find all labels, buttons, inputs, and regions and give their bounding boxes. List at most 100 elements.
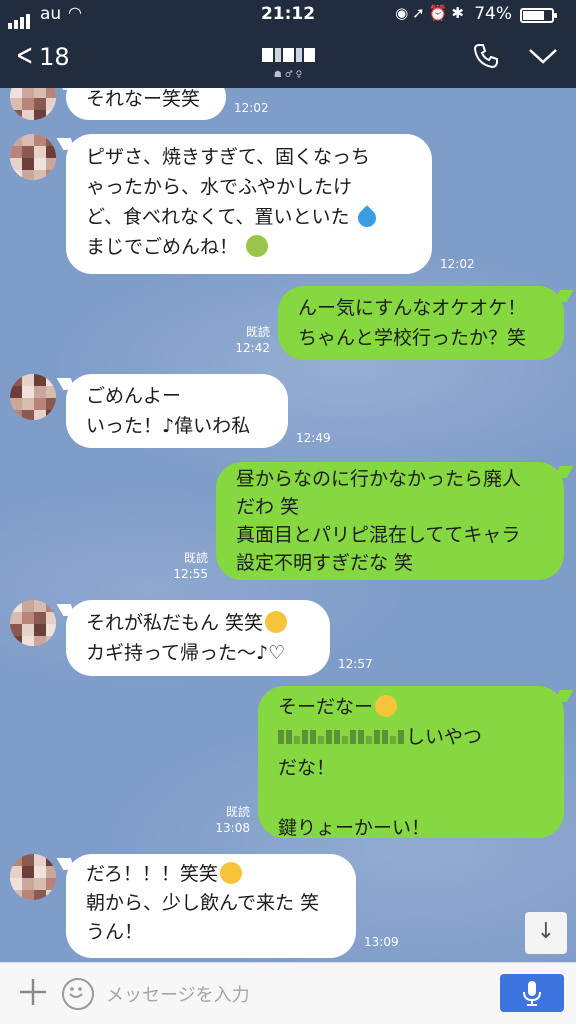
read-receipt: 既読 12:55 [173, 551, 208, 581]
avatar[interactable] [10, 134, 56, 180]
avatar-pixel [34, 170, 46, 180]
avatar-pixel [46, 890, 56, 900]
avatar-pixel [22, 98, 34, 110]
arrow-down-icon: ↓ [536, 919, 556, 944]
message-bubble-incoming[interactable]: だろ！！！笑笑 朝から、少し飲んで来た 笑 うん！ [66, 854, 356, 958]
avatar-pixel [34, 398, 46, 410]
avatar-pixel [46, 624, 56, 636]
emoji-icon[interactable] [62, 978, 94, 1010]
message-text: だな！ [278, 756, 336, 779]
avatar-pixel [10, 600, 22, 612]
message-time: 12:02 [234, 101, 269, 115]
avatar-pixel [10, 158, 22, 170]
avatar-pixel [46, 88, 56, 98]
battery-percent: 74% [474, 4, 512, 24]
avatar[interactable] [10, 854, 56, 900]
read-receipt: 既読 13:08 [215, 805, 250, 835]
rolling-laughing-emoji-icon [219, 862, 242, 884]
avatar-pixel [10, 866, 22, 878]
avatar-pixel [46, 410, 56, 420]
read-receipt: 既読 12:42 [235, 325, 270, 355]
avatar-pixel [34, 636, 46, 646]
chat-header: <18 ☗ ♂ ♀ [0, 30, 576, 88]
avatar-pixel [34, 110, 46, 120]
avatar-pixel [46, 386, 56, 398]
rolling-laughing-emoji-icon [265, 611, 288, 633]
message-text: 真面目とパリピ混在しててキャラ [236, 524, 521, 546]
chat-subtitle-icons: ☗ ♂ ♀ [273, 70, 303, 80]
avatar-pixel [34, 386, 46, 398]
avatar-pixel [10, 374, 22, 386]
avatar[interactable] [10, 600, 56, 646]
avatar-pixel [10, 410, 22, 420]
message-text: 朝から、少し飲んで来た 笑 [86, 892, 320, 914]
message-bubble-incoming[interactable]: それなー笑笑 [66, 88, 226, 120]
avatar-pixel [46, 854, 56, 866]
avatar-pixel [22, 624, 34, 636]
avatar-pixel [22, 374, 34, 386]
message-bubble-incoming[interactable]: ごめんよー いった！♪偉いわ私 [66, 374, 288, 448]
avatar-pixel [46, 398, 56, 410]
blurred-text [278, 723, 406, 753]
avatar-pixel [10, 170, 22, 180]
avatar-pixel [46, 866, 56, 878]
plus-icon[interactable] [18, 977, 48, 1007]
message-text: しいやつ [406, 726, 483, 748]
message-bubble-outgoing[interactable]: んー気にすんなオケオケ！ ちゃんと学校行ったか？笑 [278, 286, 564, 360]
status-icons: ◉➚⏰✱ [395, 4, 468, 22]
relieved-face-emoji-icon [375, 695, 398, 717]
avatar-pixel [22, 110, 34, 120]
message-input[interactable] [104, 977, 488, 1013]
avatar-pixel [22, 636, 34, 646]
sick-face-emoji-icon [246, 235, 269, 257]
message-text: それが私だもん 笑笑 [86, 612, 264, 634]
message-bubble-outgoing[interactable]: 昼からなのに行かなかったら廃人 だわ 笑 真面目とパリピ混在しててキャラ 設定不… [216, 462, 564, 580]
avatar-pixel [22, 890, 34, 900]
avatar-pixel [10, 88, 22, 98]
message-time: 12:49 [296, 431, 331, 445]
avatar[interactable] [10, 88, 56, 120]
chat-area[interactable]: それなー笑笑 12:02 ピザさ、焼きすぎて、固くなっち ゃったから、水でふやか… [0, 88, 576, 962]
avatar-pixel [34, 146, 46, 158]
avatar-pixel [22, 612, 34, 624]
avatar[interactable] [10, 374, 56, 420]
avatar-pixel [22, 146, 34, 158]
message-bubble-outgoing[interactable]: そーだなー しいやつ だな！ 鍵りょーかーい！ [258, 686, 564, 839]
phone-icon[interactable] [472, 42, 500, 70]
message-time: 13:09 [364, 935, 399, 949]
avatar-pixel [22, 386, 34, 398]
avatar-pixel [34, 134, 46, 146]
message-time: 12:57 [338, 657, 373, 671]
avatar-pixel [34, 854, 46, 866]
message-bubble-incoming[interactable]: それが私だもん 笑笑 カギ持って帰った〜♪♡ [66, 600, 330, 676]
droplets-emoji-icon [353, 205, 380, 231]
message-bubble-incoming[interactable]: ピザさ、焼きすぎて、固くなっち ゃったから、水でふやかしたけ ど、食べれなくて、… [66, 134, 432, 274]
avatar-pixel [34, 374, 46, 386]
avatar-pixel [22, 170, 34, 180]
avatar-pixel [10, 146, 22, 158]
message-text: いった！♪偉いわ私 [86, 415, 251, 437]
message-text: ごめんよー [86, 385, 182, 407]
avatar-pixel [10, 398, 22, 410]
avatar-pixel [34, 612, 46, 624]
avatar-pixel [22, 88, 34, 98]
avatar-pixel [10, 98, 22, 110]
message-time: 12:02 [440, 257, 475, 271]
chevron-down-icon[interactable] [528, 46, 558, 66]
avatar-pixel [22, 600, 34, 612]
avatar-pixel [10, 110, 22, 120]
avatar-pixel [46, 146, 56, 158]
avatar-pixel [46, 878, 56, 890]
message-text: ピザさ、焼きすぎて、固くなっち [86, 146, 371, 168]
message-text: それなー笑笑 [86, 88, 201, 110]
message-input-bar [0, 962, 576, 1024]
message-text: 鍵りょーかーい！ [278, 816, 431, 839]
message-text: ど、食べれなくて、置いといた [86, 206, 350, 228]
avatar-pixel [34, 600, 46, 612]
avatar-pixel [46, 110, 56, 120]
avatar-pixel [46, 600, 56, 612]
avatar-pixel [46, 158, 56, 170]
avatar-pixel [34, 88, 46, 98]
microphone-button[interactable] [500, 974, 564, 1012]
scroll-to-bottom-button[interactable]: ↓ [525, 912, 567, 954]
